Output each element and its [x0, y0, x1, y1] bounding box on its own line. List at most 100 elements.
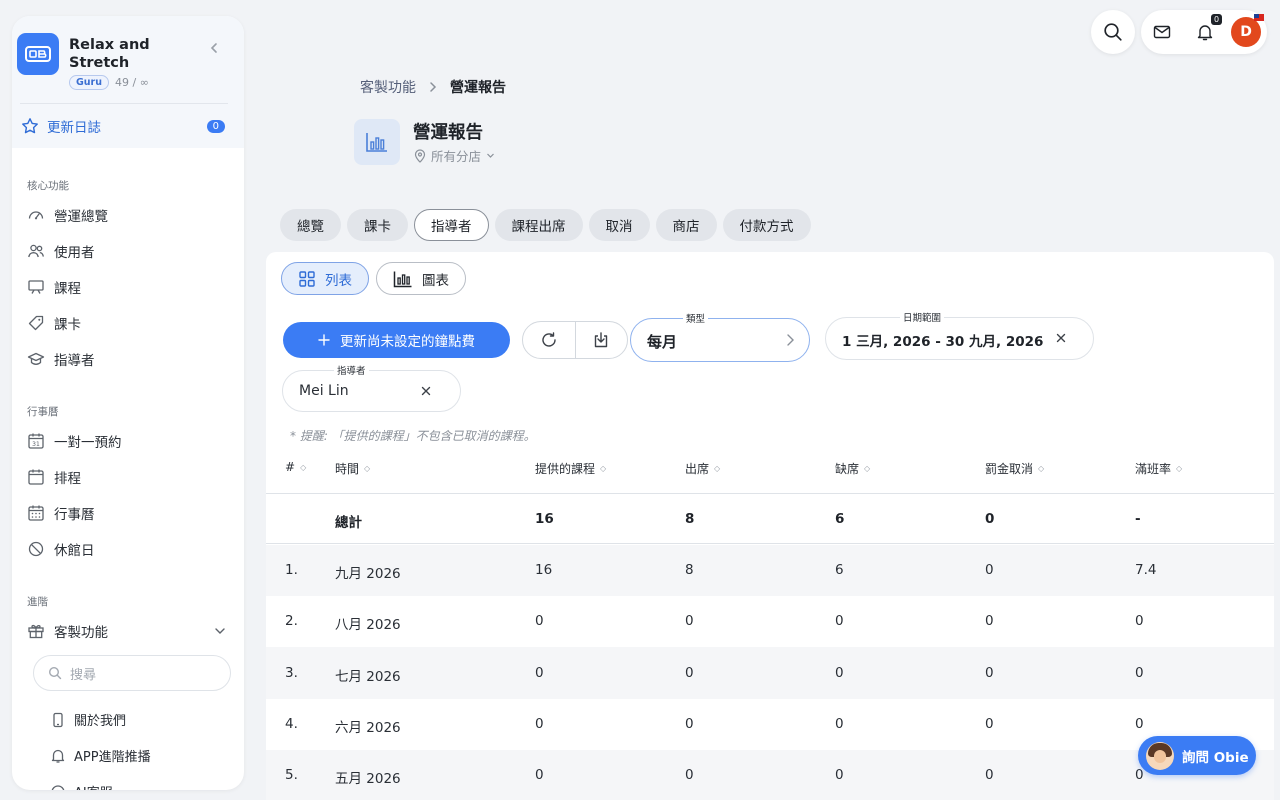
sort-icon: ◇: [600, 464, 607, 473]
sidebar-item-schedule[interactable]: 排程: [27, 467, 81, 487]
column-label: 出席: [685, 462, 710, 476]
global-search-button[interactable]: [1091, 10, 1135, 54]
table-row[interactable]: 3. 七月 2026 0 0 0 0 0: [266, 647, 1274, 699]
chevron-down-icon[interactable]: [214, 625, 226, 637]
tab-attendance[interactable]: 課程出席: [494, 209, 583, 241]
column-header-attended[interactable]: 出席 ◇: [685, 460, 720, 477]
type-select[interactable]: 類型 每月: [630, 311, 810, 362]
table-row[interactable]: 1. 九月 2026 16 8 6 0 7.4: [266, 545, 1274, 596]
language-flag-icon[interactable]: [1254, 14, 1264, 21]
assistant-avatar: [1146, 741, 1174, 770]
location-pin-icon: [414, 148, 426, 163]
sidebar-item-custom-features[interactable]: 客製功能: [27, 621, 108, 641]
block-icon: [28, 541, 44, 557]
location-label: 所有分店: [431, 149, 482, 164]
download-button[interactable]: [576, 322, 628, 358]
table-cell: 總計: [335, 515, 362, 531]
table-row[interactable]: 4. 六月 2026 0 0 0 0 0: [266, 699, 1274, 750]
column-label: #: [285, 460, 296, 474]
table-row[interactable]: 2. 八月 2026 0 0 0 0 0: [266, 596, 1274, 647]
tab-instructors[interactable]: 指導者: [414, 209, 489, 241]
table-cell: 8: [685, 511, 695, 527]
sidebar-item-about[interactable]: 關於我們: [50, 710, 126, 729]
table-cell: 0: [985, 767, 994, 783]
instructor-field[interactable]: 指導者 Mei Lin: [282, 363, 461, 412]
chart-view-label: 圖表: [422, 272, 449, 289]
sidebar-item-courses[interactable]: 課程: [27, 277, 81, 297]
clear-instructor-icon[interactable]: [420, 385, 432, 397]
sort-icon: ◇: [1038, 464, 1045, 473]
sidebar-item-users[interactable]: 使用者: [27, 241, 95, 261]
table-cell: 6: [835, 511, 845, 527]
column-header-courses[interactable]: 提供的課程 ◇: [535, 460, 606, 477]
breadcrumb-parent[interactable]: 客製功能: [360, 77, 416, 97]
notification-count-badge: 0: [1211, 14, 1223, 25]
sidebar: Relax and Stretch Guru 49 / ∞ 更新日誌 0 核心功…: [12, 16, 244, 790]
sidebar-item-closures[interactable]: 休館日: [27, 539, 95, 559]
tab-cards[interactable]: 課卡: [347, 209, 408, 241]
table-cell: 0: [535, 613, 544, 629]
table-cell: 0: [535, 665, 544, 681]
table-cell: 0: [1135, 613, 1144, 629]
chart-view-button[interactable]: 圖表: [376, 262, 466, 295]
table-cell: 七月 2026: [335, 669, 401, 685]
sidebar-item-label: 休館日: [54, 543, 95, 559]
table-cell: 0: [535, 716, 544, 732]
tab-overview[interactable]: 總覽: [280, 209, 341, 241]
column-header-fill-rate[interactable]: 滿班率 ◇: [1135, 460, 1182, 477]
sidebar-item-instructors[interactable]: 指導者: [27, 349, 95, 369]
chevron-right-icon: [430, 82, 437, 92]
sidebar-item-push[interactable]: APP進階推播: [50, 746, 151, 765]
section-advanced: 進階: [27, 596, 48, 608]
tab-shop[interactable]: 商店: [655, 209, 717, 241]
sidebar-item-label: 行事曆: [54, 507, 95, 523]
sidebar-item-label: 指導者: [54, 353, 95, 369]
sidebar-item-one-on-one[interactable]: 31 一對一預約: [27, 431, 122, 451]
star-icon: [22, 118, 38, 134]
sort-icon: ◇: [864, 464, 871, 473]
phone-icon: [53, 712, 63, 727]
plus-icon: [318, 334, 330, 346]
download-icon: [595, 332, 608, 348]
table-cell: 8: [685, 562, 694, 578]
refresh-button[interactable]: [523, 322, 575, 358]
calendar-grid-icon: [28, 505, 44, 521]
ask-obie-label: 詢問 Obie: [1182, 749, 1249, 766]
date-range-value: 1 三月, 2026 - 30 九月, 2026: [842, 334, 1044, 350]
table-cell: 0: [535, 767, 544, 783]
brand-logo-icon[interactable]: [17, 33, 59, 75]
date-range-field[interactable]: 日期範圍 1 三月, 2026 - 30 九月, 2026: [825, 310, 1094, 360]
sidebar-search-input[interactable]: 搜尋: [33, 655, 231, 691]
clear-date-icon[interactable]: [1055, 332, 1067, 344]
location-selector[interactable]: 所有分店: [414, 146, 495, 165]
column-header-index[interactable]: # ◇: [285, 460, 306, 474]
collapse-sidebar-icon[interactable]: [207, 41, 221, 55]
changelog-link[interactable]: 更新日誌 0: [21, 116, 225, 136]
notification-bell-icon[interactable]: [1196, 22, 1214, 42]
user-avatar[interactable]: D: [1231, 17, 1261, 47]
table-cell: 0: [985, 613, 994, 629]
column-header-penalty[interactable]: 罰金取消 ◇: [985, 460, 1044, 477]
tab-cancellations[interactable]: 取消: [588, 209, 650, 241]
svg-text:31: 31: [32, 441, 40, 448]
list-view-button[interactable]: 列表: [281, 262, 369, 295]
sidebar-item-ai[interactable]: AI客服: [50, 782, 113, 790]
sidebar-item-label: 一對一預約: [54, 435, 122, 451]
table-row[interactable]: 5. 五月 2026 0 0 0 0 0: [266, 750, 1274, 800]
type-value: 每月: [647, 333, 678, 351]
bell-icon: [51, 749, 65, 763]
table-cell: 0: [835, 613, 844, 629]
sidebar-item-calendar[interactable]: 行事曆: [27, 503, 95, 523]
tab-payments[interactable]: 付款方式: [722, 209, 811, 241]
sidebar-item-cards[interactable]: 課卡: [27, 313, 81, 333]
table-cell: 16: [535, 511, 554, 527]
column-header-time[interactable]: 時間 ◇: [335, 460, 370, 477]
column-header-absent[interactable]: 缺席 ◇: [835, 460, 870, 477]
sidebar-item-label: 課程: [54, 281, 81, 297]
calendar-icon: [28, 469, 44, 485]
ask-obie-button[interactable]: 詢問 Obie: [1138, 736, 1256, 775]
sidebar-item-dashboard[interactable]: 營運總覽: [27, 205, 108, 225]
mail-icon[interactable]: [1153, 23, 1171, 41]
gift-icon: [28, 624, 44, 639]
update-rates-button[interactable]: 更新尚未設定的鐘點費: [283, 322, 510, 358]
